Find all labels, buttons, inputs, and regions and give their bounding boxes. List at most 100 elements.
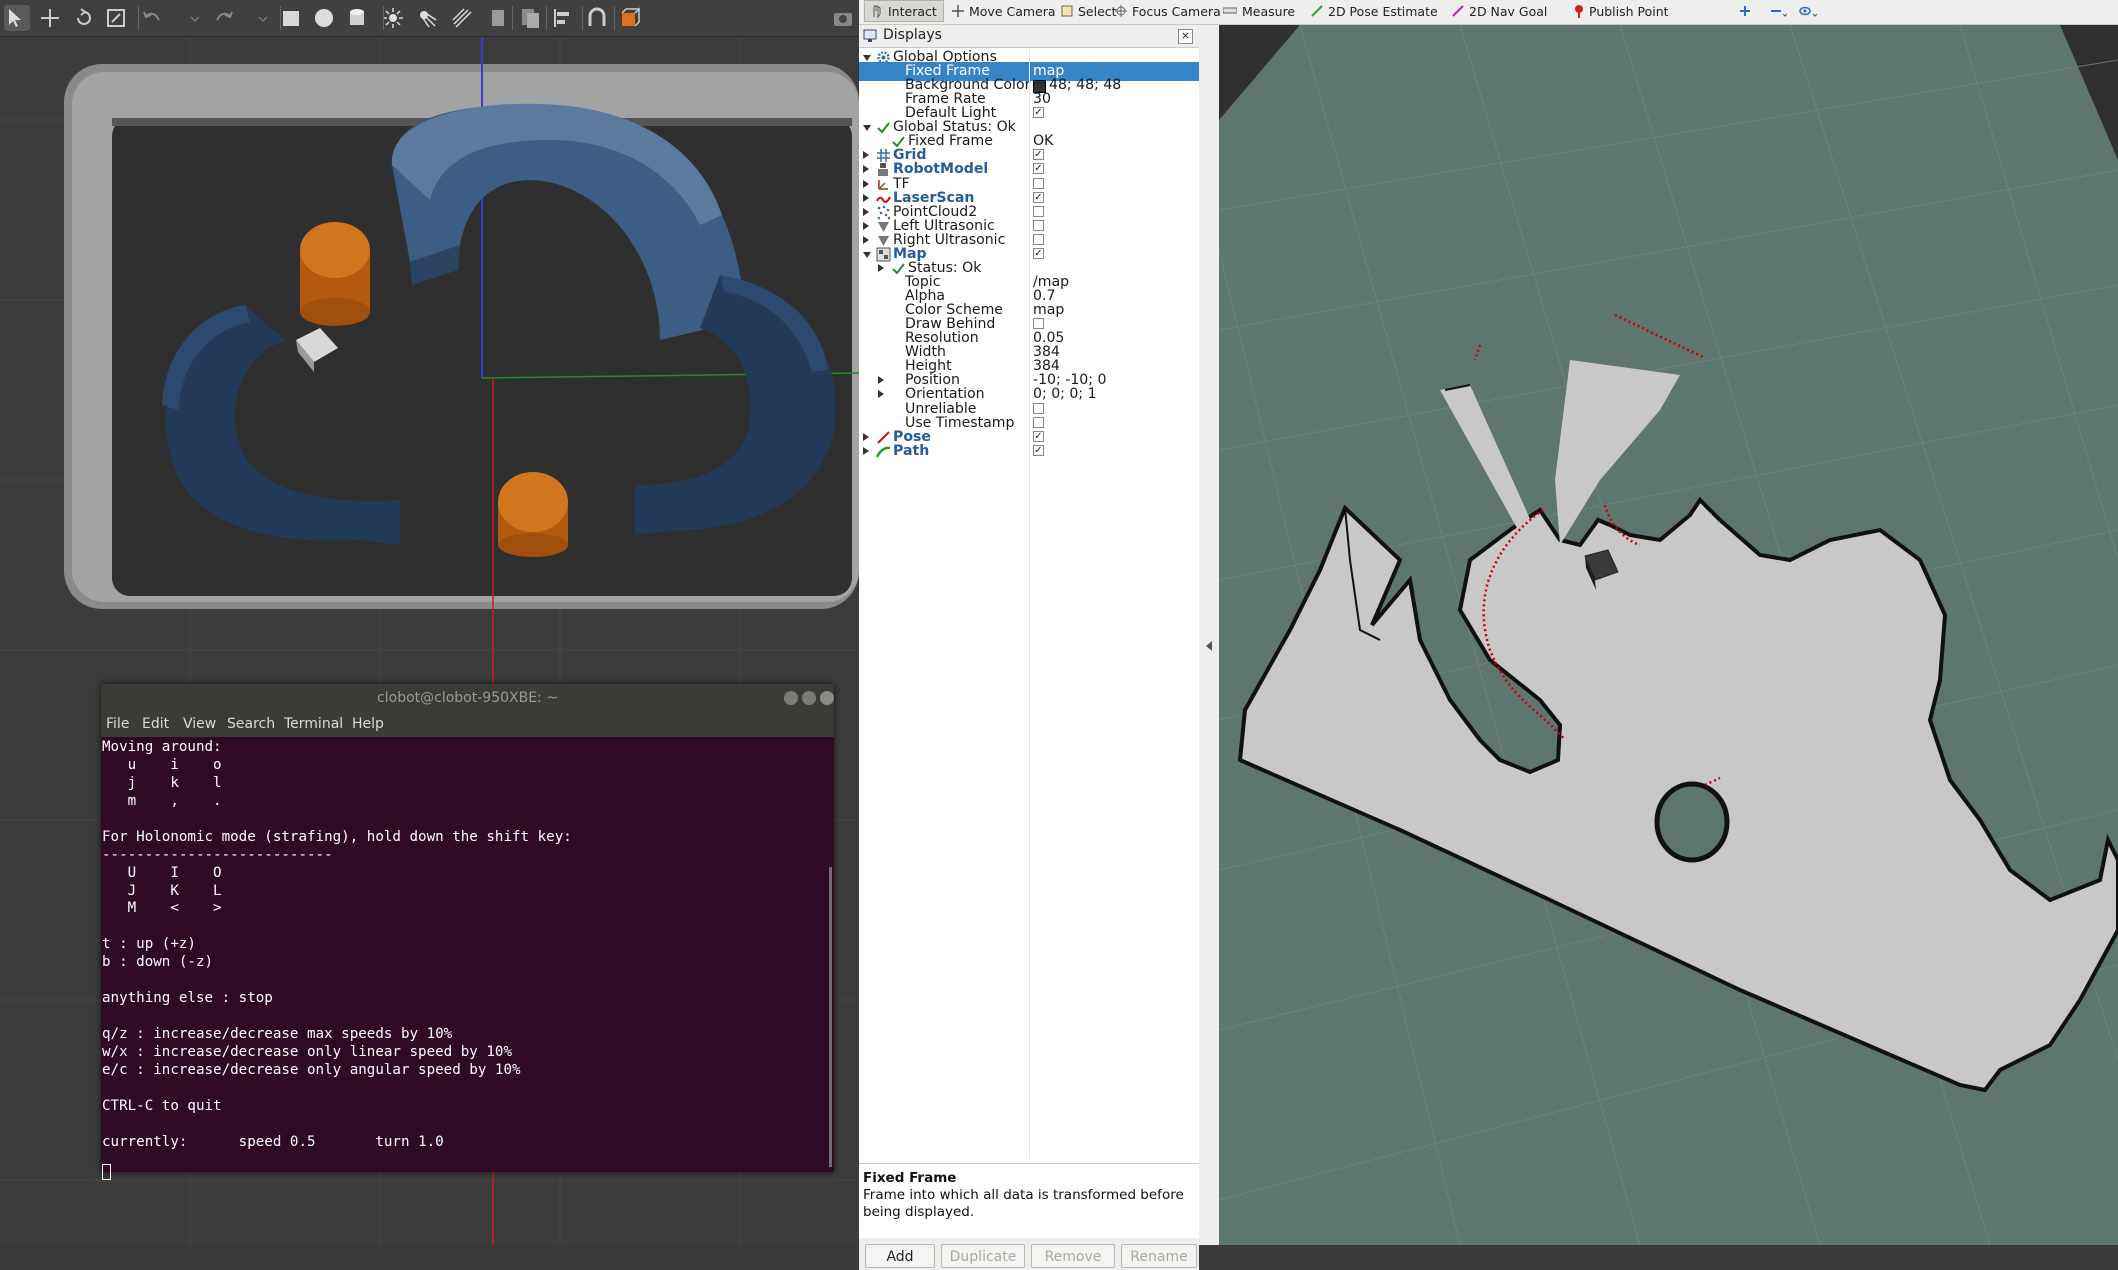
row-label: Path — [893, 442, 930, 459]
enable-checkbox[interactable]: ✓ — [1033, 107, 1044, 119]
publish-point-pin-icon — [1575, 5, 1583, 18]
expand-arrow-icon[interactable] — [863, 235, 869, 244]
expand-arrow-icon[interactable] — [878, 390, 884, 399]
sphere-button[interactable] — [311, 5, 337, 31]
enable-checkbox[interactable]: ✓ — [1033, 430, 1044, 442]
minus-icon — [1771, 10, 1787, 17]
undo-dropdown-icon — [190, 16, 200, 22]
focus-camera-tool[interactable]: Focus Camera — [1115, 0, 1221, 22]
menu-help[interactable]: Help — [352, 716, 384, 732]
displays-header: Displays × — [859, 25, 1199, 48]
enable-checkbox[interactable]: ✓ — [1033, 191, 1044, 203]
menu-edit[interactable]: Edit — [142, 716, 169, 732]
directional-light-button[interactable] — [449, 5, 475, 31]
view-angle-button[interactable] — [617, 5, 643, 31]
rviz-toolbar: Interact Move Camera Select Focus Camera… — [859, 0, 2118, 25]
panel-splitter[interactable] — [1199, 25, 1219, 1245]
enable-checkbox[interactable] — [1033, 219, 1044, 231]
redo-dropdown-button[interactable] — [249, 5, 275, 31]
expand-arrow-icon[interactable] — [863, 432, 869, 441]
collapse-arrow-icon[interactable] — [863, 251, 871, 258]
publish-point-tool[interactable]: Publish Point — [1574, 0, 1669, 22]
expand-arrow-icon[interactable] — [878, 263, 884, 272]
terminal-scrollbar[interactable] — [829, 867, 832, 1167]
cylinder-icon — [350, 9, 364, 25]
remove-button[interactable]: Remove — [1031, 1244, 1115, 1268]
expand-arrow-icon[interactable] — [863, 179, 869, 188]
minimize-icon[interactable] — [784, 691, 798, 705]
undo-dropdown-button[interactable] — [181, 5, 207, 31]
expand-arrow-icon[interactable] — [863, 151, 869, 160]
publish-point-label: Publish Point — [1589, 3, 1669, 19]
terminal-titlebar[interactable]: clobot@clobot-950XBE: ~ — [101, 684, 834, 712]
collapse-arrow-icon[interactable] — [863, 55, 871, 61]
maximize-icon[interactable] — [802, 691, 816, 705]
add-button[interactable]: Add — [865, 1244, 935, 1268]
remove-tool-button[interactable] — [1769, 0, 1787, 22]
displays-panel: Displays × Global Options Fixed Frame map B… — [859, 25, 1200, 1270]
align-button[interactable] — [549, 5, 575, 31]
terminal-window[interactable]: clobot@clobot-950XBE: ~ File Edit View S… — [101, 684, 834, 1180]
select-arrow-button[interactable] — [4, 5, 30, 31]
expand-arrow-icon[interactable] — [863, 193, 869, 202]
enable-checkbox[interactable] — [1033, 318, 1044, 330]
rename-button[interactable]: Rename — [1121, 1244, 1197, 1268]
menu-file[interactable]: File — [106, 716, 129, 732]
measure-ruler-icon — [1223, 7, 1237, 14]
terminal-output[interactable]: Moving around: u i o j k l m , . For Holo… — [101, 737, 834, 1180]
menu-view[interactable]: View — [183, 716, 216, 732]
collapse-arrow-icon[interactable] — [863, 125, 871, 132]
eye-icon — [1799, 6, 1817, 17]
duplicate-button[interactable]: Duplicate — [941, 1244, 1025, 1268]
translate-button[interactable] — [37, 5, 63, 31]
paste-button[interactable] — [517, 5, 543, 31]
spot-light-button[interactable] — [414, 5, 440, 31]
measure-tool[interactable]: Measure — [1223, 0, 1295, 22]
copy-icon — [492, 10, 504, 26]
enable-checkbox[interactable] — [1033, 177, 1044, 189]
toolbar-separator — [614, 6, 615, 30]
box-button[interactable] — [278, 5, 304, 31]
view-options-button[interactable] — [1799, 0, 1817, 22]
snap-button[interactable] — [584, 5, 610, 31]
nav-goal-label: 2D Nav Goal — [1469, 3, 1548, 19]
add-tool-button[interactable] — [1738, 0, 1752, 22]
enable-checkbox[interactable] — [1033, 205, 1044, 217]
expand-arrow-icon[interactable] — [863, 446, 869, 455]
select-tool[interactable]: Select — [1061, 0, 1117, 22]
pose-estimate-tool[interactable]: 2D Pose Estimate — [1311, 0, 1438, 22]
enable-checkbox[interactable]: ✓ — [1033, 163, 1044, 175]
undo-icon — [143, 11, 160, 21]
rviz-3d-view[interactable] — [1219, 25, 2118, 1245]
cylinder-button[interactable] — [344, 5, 370, 31]
enable-checkbox[interactable]: ✓ — [1033, 149, 1044, 161]
enable-checkbox[interactable] — [1033, 233, 1044, 245]
expand-arrow-icon[interactable] — [878, 376, 884, 385]
rotate-button[interactable] — [71, 5, 97, 31]
redo-button[interactable] — [211, 5, 237, 31]
enable-checkbox[interactable] — [1033, 402, 1044, 414]
move-camera-tool[interactable]: Move Camera — [952, 0, 1056, 22]
close-icon[interactable] — [820, 691, 834, 705]
property-description: Fixed Frame Frame into which all data is… — [859, 1163, 1199, 1239]
displays-monitor-icon — [863, 29, 877, 42]
copy-button[interactable] — [485, 5, 511, 31]
enable-checkbox[interactable] — [1033, 416, 1044, 428]
expand-arrow-icon[interactable] — [863, 207, 869, 216]
nav-goal-tool[interactable]: 2D Nav Goal — [1452, 0, 1547, 22]
close-icon[interactable]: × — [1178, 29, 1193, 44]
enable-checkbox[interactable]: ✓ — [1033, 247, 1044, 259]
terminal-line: anything else : stop — [102, 990, 273, 1007]
expand-arrow-icon[interactable] — [863, 221, 869, 230]
expand-arrow-icon[interactable] — [863, 165, 869, 174]
screenshot-button[interactable] — [830, 5, 856, 31]
menu-terminal[interactable]: Terminal — [284, 716, 343, 732]
focus-camera-label: Focus Camera — [1132, 3, 1221, 19]
scale-button[interactable] — [103, 5, 129, 31]
enable-checkbox[interactable]: ✓ — [1033, 444, 1044, 456]
interact-tool[interactable]: Interact — [864, 0, 944, 22]
menu-search[interactable]: Search — [227, 716, 275, 732]
collapse-arrow-icon[interactable] — [1205, 640, 1213, 652]
spot-light-icon — [420, 11, 437, 28]
undo-button[interactable] — [139, 5, 165, 31]
